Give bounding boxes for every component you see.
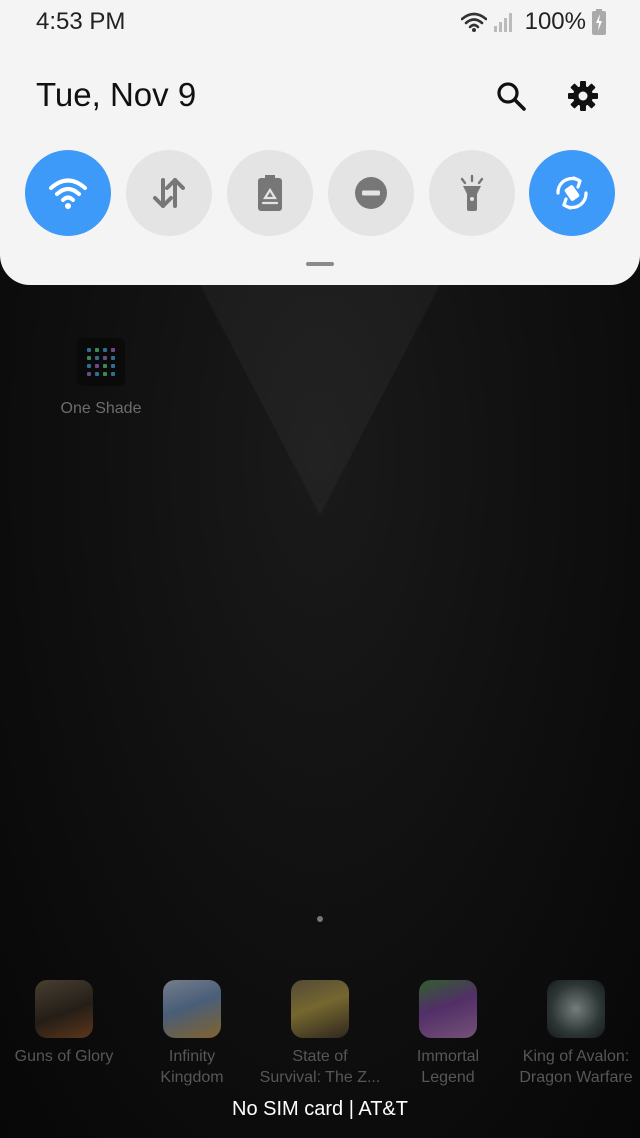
battery-charging-icon (592, 9, 606, 35)
app-label: King of Avalon: Dragon Warfare (519, 1048, 633, 1086)
wallpaper (200, 285, 440, 515)
tile-power-saving[interactable] (227, 150, 313, 236)
immortal-legend-icon (419, 980, 477, 1038)
dock-app-immortal-legend[interactable]: Immortal Legend (384, 980, 512, 1088)
app-label: Infinity Kingdom (160, 1048, 224, 1086)
quick-settings-tiles (25, 150, 615, 236)
status-bar: 4:53 PM 100% (0, 0, 640, 44)
flashlight-icon (460, 174, 484, 211)
tile-wifi[interactable] (25, 150, 111, 236)
tile-flashlight[interactable] (429, 150, 515, 236)
date-text: Tue, Nov 9 (36, 76, 197, 113)
page-indicator[interactable] (317, 916, 323, 922)
status-time: 4:53 PM (36, 8, 126, 35)
tile-do-not-disturb[interactable] (328, 150, 414, 236)
signal-icon (493, 13, 512, 32)
wifi-icon (49, 178, 87, 209)
app-label: One Shade (60, 400, 142, 417)
infinity-kingdom-icon (163, 980, 221, 1038)
dock-app-king-of-avalon[interactable]: King of Avalon: Dragon Warfare (512, 980, 640, 1088)
app-label: State of Survival: The Z... (259, 1048, 381, 1086)
dock-app-guns-of-glory[interactable]: Guns of Glory (0, 980, 128, 1067)
one-shade-app-icon (77, 338, 125, 386)
panel-drag-handle[interactable] (306, 262, 334, 266)
home-app-one-shade[interactable]: One Shade (50, 338, 152, 418)
search-icon (497, 82, 526, 111)
battery-percent: 100% (524, 8, 586, 35)
dock-app-state-of-survival[interactable]: State of Survival: The Z... (256, 980, 384, 1088)
auto-rotate-icon (556, 176, 588, 210)
carrier-text: No SIM card | AT&T (232, 1098, 408, 1120)
power-saving-icon (258, 175, 282, 211)
tile-auto-rotate[interactable] (529, 150, 615, 236)
quick-panel: 4:53 PM 100% Tue, Nov 9 (0, 0, 640, 285)
dock-app-infinity-kingdom[interactable]: Infinity Kingdom (128, 980, 256, 1088)
mobile-data-icon (153, 178, 185, 208)
tile-mobile-data[interactable] (126, 150, 212, 236)
dock: Guns of Glory Infinity Kingdom State of … (0, 980, 640, 1100)
gear-icon (568, 81, 598, 111)
app-label: Guns of Glory (14, 1048, 114, 1065)
app-label: Immortal Legend (416, 1048, 480, 1086)
search-button[interactable] (491, 76, 531, 116)
king-of-avalon-icon (547, 980, 605, 1038)
state-of-survival-icon (291, 980, 349, 1038)
guns-of-glory-icon (35, 980, 93, 1038)
do-not-disturb-icon (355, 177, 387, 209)
settings-button[interactable] (563, 76, 603, 116)
wifi-icon (460, 12, 487, 32)
phone-screen: 4:53 PM 100% Tue, Nov 9 One Shade Guns o… (0, 0, 640, 1138)
status-icons: 100% (460, 8, 606, 36)
